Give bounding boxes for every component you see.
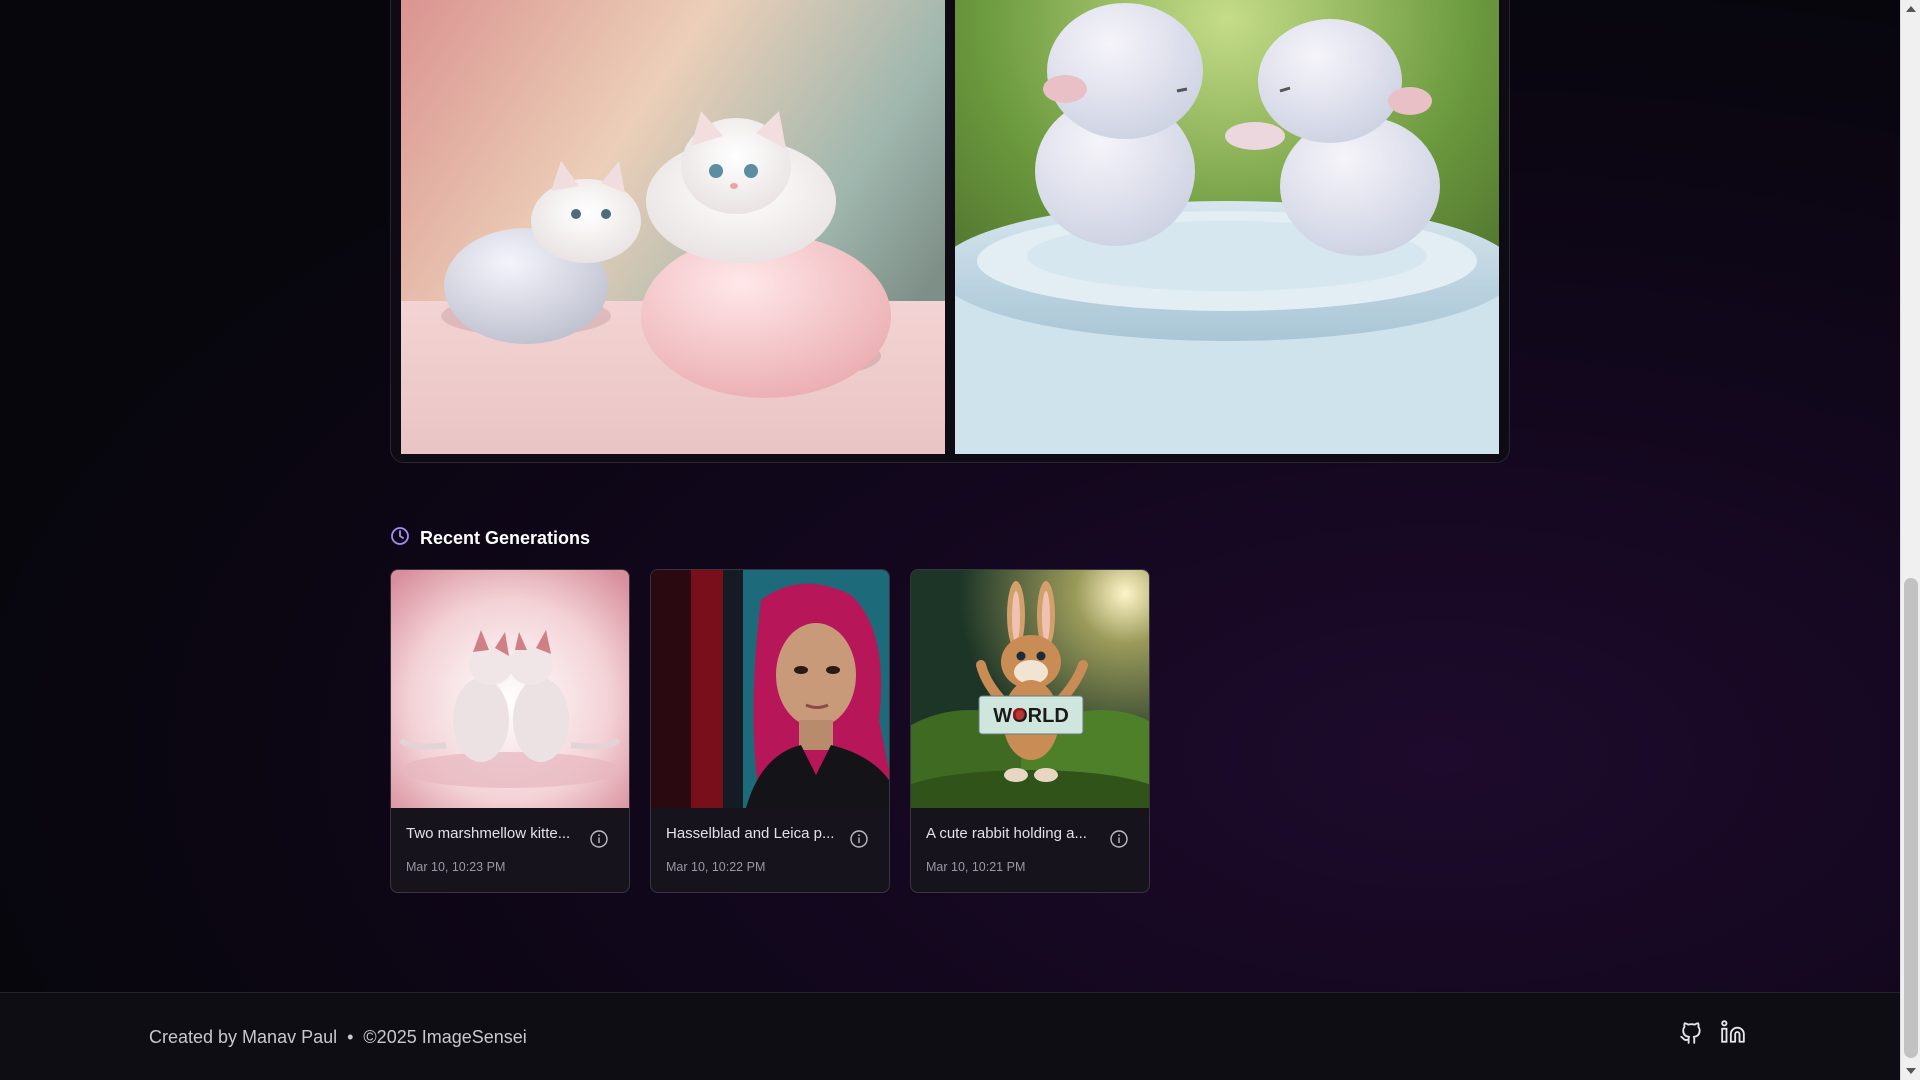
recent-thumbnail-kittens[interactable] [391, 570, 629, 808]
generated-image-kittens-on-eggs[interactable] [401, 0, 945, 454]
linkedin-icon[interactable] [1720, 1019, 1746, 1050]
scroll-up-arrow-icon[interactable] [1906, 6, 1916, 12]
scroll-down-arrow-icon[interactable] [1906, 1068, 1916, 1074]
recent-thumbnail-rabbit[interactable]: WORLD [911, 570, 1149, 808]
recent-date: Mar 10, 10:22 PM [666, 860, 766, 874]
page-scrollbar[interactable] [1900, 0, 1920, 1080]
recent-caption: Two marshmellow kitte... [406, 825, 571, 842]
footer-separator: • [347, 1027, 354, 1047]
created-by-text: Created by Manav Paul [149, 1027, 338, 1047]
recent-date: Mar 10, 10:21 PM [926, 860, 1026, 874]
info-icon[interactable] [1109, 829, 1129, 849]
copyright-text: ©2025 ImageSensei [363, 1027, 527, 1047]
recent-card-portrait[interactable]: Hasselblad and Leica p... Mar 10, 10:22 … [650, 569, 890, 893]
recent-caption: A cute rabbit holding a... [926, 825, 1087, 842]
clock-icon [390, 526, 410, 551]
recent-date: Mar 10, 10:23 PM [406, 860, 506, 874]
recent-thumbnail-portrait[interactable] [651, 570, 889, 808]
info-icon[interactable] [849, 829, 869, 849]
recent-caption: Hasselblad and Leica p... [666, 825, 835, 842]
footer: Created by Manav Paul • ©2025 ImageSense… [0, 992, 1900, 1080]
info-icon[interactable] [589, 829, 609, 849]
footer-credits: Created by Manav Paul • ©2025 ImageSense… [149, 1027, 527, 1048]
recent-card-rabbit[interactable]: WORLD A cute rabbit holding a... Mar 10,… [910, 569, 1150, 893]
section-title: Recent Generations [420, 528, 591, 548]
rabbit-sign-text: WORLD [993, 705, 1069, 727]
scrollbar-thumb[interactable] [1904, 578, 1918, 1058]
recent-card-kittens[interactable]: Two marshmellow kitte... Mar 10, 10:23 P… [390, 569, 630, 893]
generated-image-clay-figures[interactable] [955, 0, 1499, 454]
recent-generations-header: Recent Generations [390, 526, 590, 551]
github-icon[interactable] [1678, 1019, 1704, 1050]
social-links [1678, 1019, 1746, 1050]
generated-images-panel [390, 0, 1510, 463]
